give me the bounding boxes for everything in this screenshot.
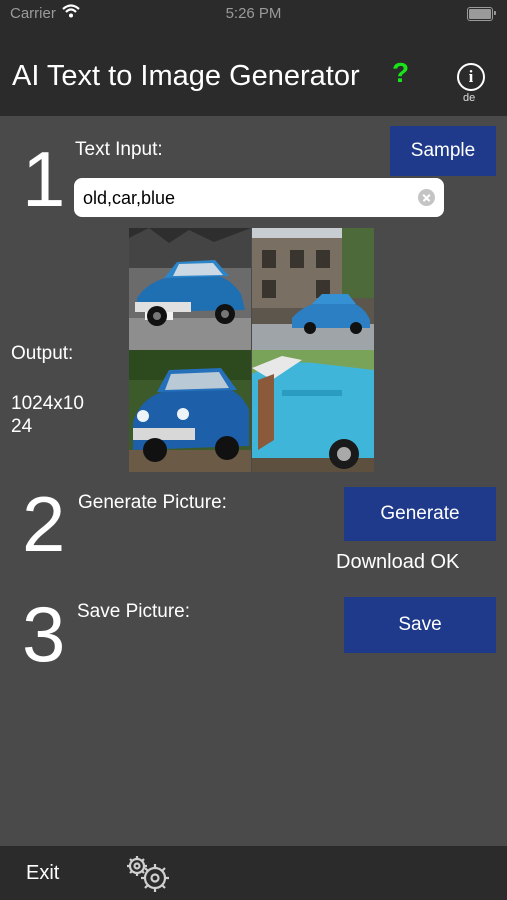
nav-bar: AI Text to Image Generator ? i de bbox=[0, 28, 507, 116]
info-button[interactable]: i bbox=[457, 63, 485, 91]
step-3-number: 3 bbox=[22, 590, 66, 678]
clear-icon[interactable] bbox=[418, 189, 435, 206]
text-input-field[interactable]: old,car,blue bbox=[74, 178, 444, 217]
output-size-line1: 1024x10 bbox=[11, 393, 84, 414]
output-image-1 bbox=[129, 228, 251, 350]
help-button[interactable]: ? bbox=[392, 57, 409, 89]
generate-button[interactable]: Generate bbox=[344, 487, 496, 541]
info-icon: i bbox=[468, 67, 474, 86]
sample-button[interactable]: Sample bbox=[390, 126, 496, 176]
step-2-number: 2 bbox=[22, 480, 66, 568]
clock: 5:26 PM bbox=[225, 5, 282, 22]
text-input-value: old,car,blue bbox=[83, 188, 176, 208]
save-button[interactable]: Save bbox=[344, 597, 496, 653]
output-image-4 bbox=[252, 350, 374, 472]
text-input-label: Text Input: bbox=[75, 139, 163, 160]
gears-icon[interactable] bbox=[123, 854, 173, 894]
output-size-line2: 24 bbox=[11, 416, 33, 437]
step-1-number: 1 bbox=[22, 135, 66, 223]
save-picture-label: Save Picture: bbox=[77, 601, 190, 622]
battery-icon bbox=[467, 7, 496, 21]
output-image-grid bbox=[129, 228, 374, 472]
language-label[interactable]: de bbox=[463, 92, 475, 104]
output-image-2 bbox=[252, 228, 374, 350]
app-title: AI Text to Image Generator bbox=[12, 60, 360, 92]
bottom-toolbar: Exit bbox=[0, 846, 507, 900]
output-label: Output: bbox=[11, 343, 74, 364]
status-bar: Carrier 5:26 PM bbox=[0, 0, 507, 28]
generate-picture-label: Generate Picture: bbox=[78, 492, 227, 513]
output-image-3 bbox=[129, 350, 251, 472]
exit-button[interactable]: Exit bbox=[26, 862, 59, 885]
download-status: Download OK bbox=[336, 551, 460, 573]
